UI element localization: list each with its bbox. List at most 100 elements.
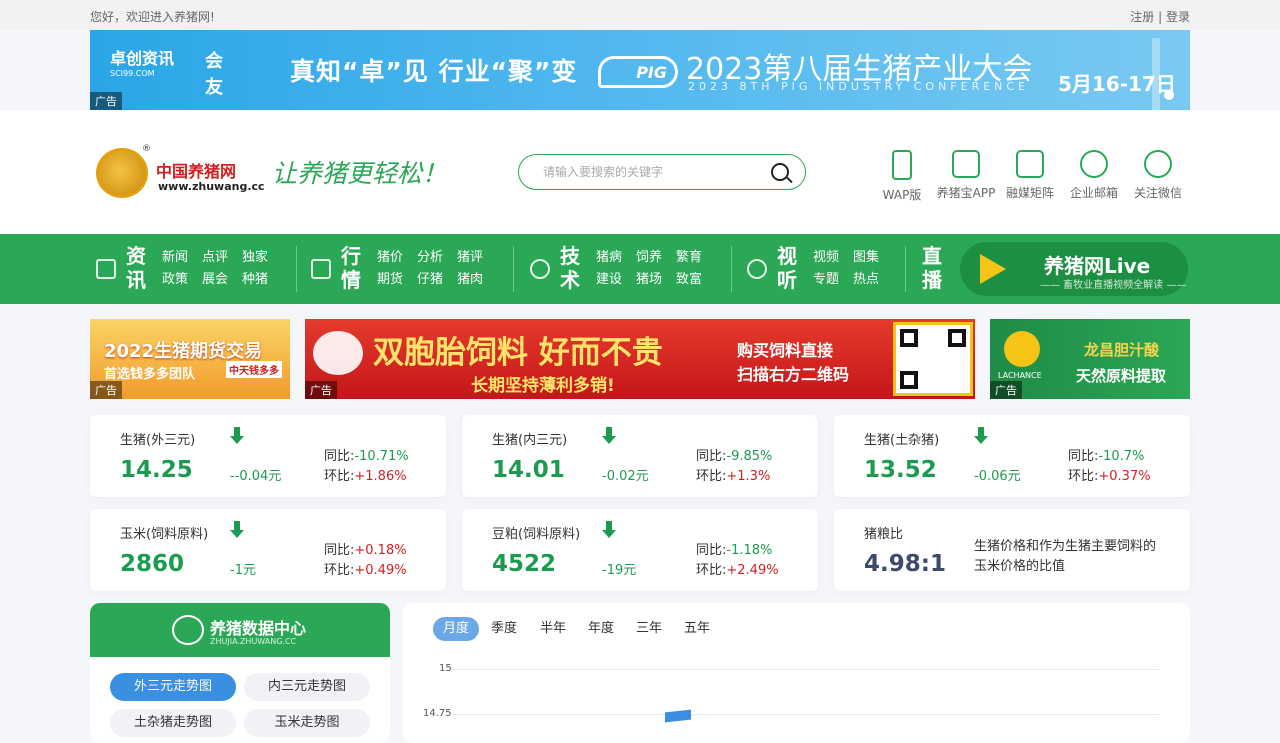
yoy-value: -10.7% (1098, 449, 1145, 464)
nav-link[interactable]: 分析 (417, 247, 457, 269)
ad-tag: 广告 (90, 381, 122, 399)
mom-label: 环比: (696, 469, 727, 484)
mom-value: +1.86% (354, 469, 407, 484)
search-input[interactable] (543, 163, 763, 181)
site-logo[interactable]: ® 中国养猪网 www.zhuwang.cc (96, 144, 265, 200)
sponsor-logos: 卓创资讯 SCI99.COM 会友 (110, 45, 223, 98)
nav-link[interactable]: 热点 (853, 269, 893, 291)
sci99-logo-sub: SCI99.COM (110, 69, 155, 78)
mom-value: +1.3% (726, 469, 771, 484)
hog-grain-ratio-card[interactable]: 猪粮比 4.98:1 生猪价格和作为生猪主要饲料的玉米价格的比值 (834, 509, 1190, 591)
data-center-title: 养猪数据中心 (210, 619, 307, 638)
nav-links: 猪价 分析 猪评期货 仔猪 猪肉 (377, 247, 497, 291)
nav-link[interactable]: 期货 (377, 269, 417, 291)
nav-link[interactable]: 饲养 (636, 247, 676, 269)
tab-year[interactable]: 年度 (588, 617, 614, 641)
logo-url: www.zhuwang.cc (158, 180, 265, 193)
bile-acid-ad[interactable]: LACHANCE 龙昌胆汁酸 天然原料提取 广告 (990, 319, 1190, 399)
nav-group-title[interactable]: 技术 (560, 244, 584, 292)
nav-link[interactable]: 政策 (162, 269, 202, 291)
wrench-icon (530, 259, 550, 279)
ratio-description: 生猪价格和作为生猪主要饲料的玉米价格的比值 (974, 539, 1157, 574)
quick-link-label: WAP版 (882, 188, 922, 202)
tab-three-years[interactable]: 三年 (636, 617, 662, 641)
top-banner-ad[interactable]: 卓创资讯 SCI99.COM 会友 真知“卓”见 行业“聚”变 PIG 2023… (90, 30, 1190, 110)
nav-link[interactable]: 视频 (813, 247, 853, 269)
yoy-label: 同比: (1068, 449, 1099, 464)
trend-pill-local[interactable]: 土杂猪走势图 (110, 709, 236, 737)
nav-link[interactable]: 种猪 (242, 269, 282, 291)
nav-link[interactable]: 猪评 (457, 247, 497, 269)
ad-cta-line1: 购买饲料直接 (737, 341, 834, 360)
price-name: 豆粕(饲料原料) (492, 527, 581, 542)
trend-pill-corn[interactable]: 玉米走势图 (244, 709, 370, 737)
yoy-line: 同比:-10.71% (324, 445, 409, 464)
quick-link-label: 关注微信 (1133, 186, 1182, 200)
live-button[interactable]: 养猪网Live —— 畜牧业直播视频全解读 —— (960, 242, 1188, 296)
nav-link[interactable]: 专题 (813, 269, 853, 291)
nav-group-title[interactable]: 行情 (341, 244, 365, 292)
nav-divider (731, 246, 732, 292)
quick-link-label: 养猪宝APP (936, 186, 996, 200)
quick-link-wechat[interactable]: 关注微信 (1123, 150, 1193, 201)
nav-links: 视频 图集专题 热点 (813, 247, 899, 291)
login-link[interactable]: 登录 (1166, 10, 1190, 24)
data-center-subtitle: ZHUJIA.ZHUWANG.CC (210, 637, 297, 646)
ad-tag: 广告 (990, 381, 1022, 399)
pig-conference-logo: PIG (598, 56, 678, 88)
nav-link[interactable]: 猪价 (377, 247, 417, 269)
quick-link-app[interactable]: 养猪宝APP (931, 150, 1001, 201)
nav-link[interactable]: 繁育 (676, 247, 716, 269)
live-subtitle: —— 畜牧业直播视频全解读 —— (1040, 280, 1187, 291)
carousel-dot[interactable] (1164, 90, 1174, 100)
search-icon[interactable] (771, 163, 789, 181)
nav-link[interactable]: 建设 (596, 269, 636, 291)
price-change: -19元 (602, 563, 637, 578)
live-title: 养猪网Live (1044, 254, 1151, 278)
banner-slogan: 真知“卓”见 行业“聚”变 (290, 57, 578, 86)
mom-value: +2.49% (726, 563, 779, 578)
logo-chinese-name: 中国养猪网 (156, 162, 237, 181)
nav-link[interactable]: 猪场 (636, 269, 676, 291)
tab-five-years[interactable]: 五年 (684, 617, 710, 641)
nav-link[interactable]: 仔猪 (417, 269, 457, 291)
video-icon (747, 259, 767, 279)
price-trend-chart: 月度 季度 半年 年度 三年 五年 15 14.75 (403, 603, 1190, 743)
nav-link[interactable]: 独家 (242, 247, 282, 269)
nav-link[interactable]: 猪肉 (457, 269, 497, 291)
feed-ad[interactable]: 双胞胎饲料 好而不贵 长期坚持薄利多销! 购买饲料直接 扫描右方二维码 广告 (305, 319, 975, 399)
price-card[interactable]: 生猪(内三元) 14.01 -0.02元 同比:-9.85% 环比:+1.3% (462, 415, 818, 497)
price-card[interactable]: 生猪(土杂猪) 13.52 -0.06元 同比:-10.7% 环比:+0.37% (834, 415, 1190, 497)
register-link[interactable]: 注册 (1130, 10, 1154, 24)
ad-subtitle: 首选钱多多团队 (104, 367, 196, 382)
nav-link[interactable]: 点评 (202, 247, 242, 269)
matrix-icon (1016, 150, 1044, 178)
ad-brand: LACHANCE (998, 371, 1042, 380)
tab-month[interactable]: 月度 (433, 617, 480, 641)
tab-half-year[interactable]: 半年 (540, 617, 566, 641)
ad-badge: 中天钱多多 (226, 361, 282, 378)
nav-link[interactable]: 猪病 (596, 247, 636, 269)
nav-link[interactable]: 展会 (202, 269, 242, 291)
tab-quarter[interactable]: 季度 (491, 617, 517, 641)
news-icon (96, 259, 116, 279)
trend-pill-inner[interactable]: 内三元走势图 (244, 673, 370, 701)
mom-label: 环比: (1068, 469, 1099, 484)
nav-group-title[interactable]: 资讯 (126, 244, 150, 292)
mascot-image (313, 331, 363, 375)
price-card[interactable]: 豆粕(饲料原料) 4522 -19元 同比:-1.18% 环比:+2.49% (462, 509, 818, 591)
nav-link[interactable]: 图集 (853, 247, 893, 269)
quick-link-matrix[interactable]: 融媒矩阵 (995, 150, 1065, 201)
nav-group-title[interactable]: 视听 (777, 244, 801, 292)
quick-link-mail[interactable]: 企业邮箱 (1059, 150, 1129, 201)
nav-link[interactable]: 致富 (676, 269, 716, 291)
nav-link[interactable]: 新闻 (162, 247, 202, 269)
nav-live-label[interactable]: 直播 (922, 244, 946, 292)
site-motto: 让养猪更轻松！ (272, 159, 448, 188)
trend-pill-outer[interactable]: 外三元走势图 (110, 673, 236, 701)
price-card[interactable]: 玉米(饲料原料) 2860 -1元 同比:+0.18% 环比:+0.49% (90, 509, 446, 591)
futures-ad[interactable]: 2022生猪期货交易 首选钱多多团队 中天钱多多 广告 (90, 319, 290, 399)
quick-link-wap[interactable]: WAP版 (867, 150, 937, 203)
price-card[interactable]: 生猪(外三元) 14.25 --0.04元 同比:-10.71% 环比:+1.8… (90, 415, 446, 497)
y-tick-label: 14.75 (423, 708, 452, 719)
